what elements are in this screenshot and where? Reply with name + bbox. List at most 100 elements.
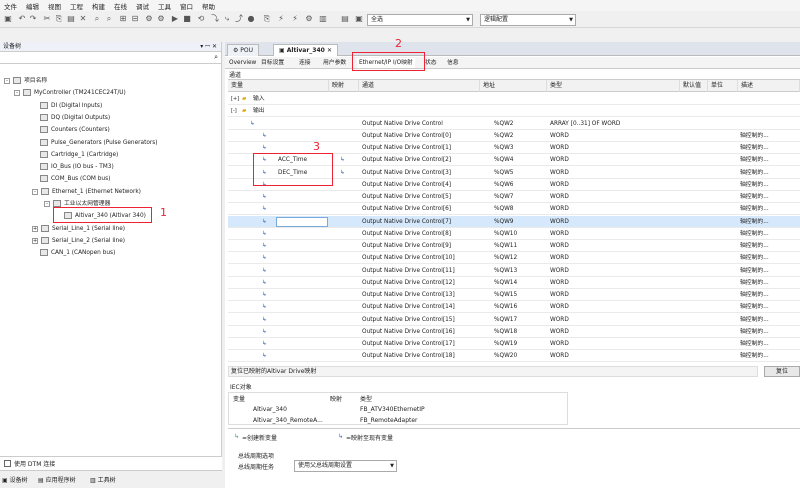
tree-item[interactable]: - 项目名称	[4, 76, 47, 87]
close-icon[interactable]: ✕	[327, 47, 332, 54]
tab-target-settings[interactable]: 目标设置	[259, 58, 286, 68]
tab-overview[interactable]: Overview	[227, 58, 258, 68]
find-icon[interactable]: ⌕	[92, 14, 102, 24]
menu-tools[interactable]: 工具	[158, 1, 171, 11]
table-row[interactable]: ↳ Output Native Drive Control[7] %QW9 WORD 轴…	[228, 215, 800, 228]
copy-icon[interactable]: ⎘	[54, 14, 64, 24]
tab-altivar[interactable]: ▣ Altivar_340 ✕	[273, 44, 338, 56]
table-row[interactable]: ↳ Output Native Drive Control[11] %QW13 WOR…	[228, 265, 800, 277]
menu-file[interactable]: 文件	[4, 1, 17, 11]
expand-toggle-icon[interactable]: +	[32, 225, 38, 232]
table-row[interactable]: ↳ Output Native Drive Control[16] %QW18 WOR…	[228, 326, 800, 338]
step-out-icon[interactable]: ⤴	[234, 14, 244, 24]
table-row[interactable]: ↳ Output Native Drive Control[15] %QW17 WOR…	[228, 314, 800, 326]
tab-pou[interactable]: ⚙ POU	[227, 44, 260, 56]
breakpoint-icon[interactable]: ●	[246, 14, 256, 24]
tree-item[interactable]: COM_Bus (COM bus)	[40, 174, 110, 185]
col-type[interactable]: 类型	[547, 80, 680, 92]
table-row[interactable]: ↳ Output Native Drive Control[6] %QW8 WORD 轴…	[228, 203, 800, 216]
run-icon[interactable]: ▶	[170, 14, 180, 24]
menu-debug[interactable]: 调试	[136, 1, 149, 11]
col-variable[interactable]: 变量	[228, 80, 329, 92]
force-icon[interactable]: ⚡	[276, 14, 286, 24]
col-unit[interactable]: 单位	[708, 80, 738, 92]
table-row[interactable]: ↳ Output Native Drive Control[17] %QW19 WOR…	[228, 338, 800, 351]
tree-item[interactable]: DI (Digital Inputs)	[40, 101, 102, 112]
table-row[interactable]: ↳ Output Native Drive Control[10] %QW12 WOR…	[228, 252, 800, 265]
iec-row-var[interactable]: Altivar_340	[253, 406, 287, 413]
tab-user-params[interactable]: 用户参数	[321, 58, 348, 68]
tab-info[interactable]: 信息	[445, 58, 461, 68]
tree-item[interactable]: + Serial_Line_1 (Serial line)	[32, 224, 125, 235]
tree-item[interactable]: + Serial_Line_2 (Serial line)	[32, 236, 125, 247]
expand-toggle-icon[interactable]: [+]	[231, 93, 239, 105]
table-row[interactable]: ↳ Output Native Drive Control[14] %QW16 WOR…	[228, 301, 800, 314]
unforce-icon[interactable]: ⚡	[290, 14, 300, 24]
bus-cycle-task-select[interactable]: 使用父总线周期设置 ▼	[294, 460, 397, 472]
col-address[interactable]: 地址	[480, 80, 547, 92]
settings-icon[interactable]: ⚙	[304, 14, 314, 24]
tree-item[interactable]: - Ethernet_1 (Ethernet Network)	[32, 187, 141, 198]
expand-toggle-icon[interactable]: [-]	[231, 105, 237, 117]
tree-item[interactable]: DQ (Digital Outputs)	[40, 113, 110, 124]
col-default[interactable]: 默认值	[680, 80, 708, 92]
search-icon[interactable]: ⌕	[214, 53, 218, 62]
tab-connection[interactable]: 连接	[297, 58, 313, 68]
step-into-icon[interactable]: ⤷	[222, 14, 232, 24]
paste-icon[interactable]: ▤	[66, 14, 76, 24]
table-row[interactable]: ↳ Output Native Drive Control[9] %QW11 WORD…	[228, 240, 800, 253]
step-over-icon[interactable]: ⤵	[210, 14, 220, 24]
menu-build[interactable]: 构建	[92, 1, 105, 11]
write-values-icon[interactable]: ⎘	[262, 14, 272, 24]
menu-help[interactable]: 帮助	[202, 1, 215, 11]
redo-icon[interactable]: ↷	[28, 14, 38, 24]
menu-online[interactable]: 在线	[114, 1, 127, 11]
table-row[interactable]: [-] ▰ 输出	[228, 105, 800, 118]
col-description[interactable]: 描述	[738, 80, 800, 92]
table-row[interactable]: ↳ Output Native Drive Control[18] %QW20 WOR…	[228, 350, 800, 363]
tab-application-tree[interactable]: ▤ 应用程序树	[38, 475, 76, 484]
find-next-icon[interactable]: ⌕	[104, 14, 114, 24]
expand-toggle-icon[interactable]: +	[32, 237, 38, 244]
menu-project[interactable]: 工程	[70, 1, 83, 11]
expand-toggle-icon[interactable]: -	[4, 78, 10, 84]
iec-row-var[interactable]: Altivar_340_RemoteA...	[253, 417, 323, 424]
expand-toggle-icon[interactable]: -	[44, 201, 50, 207]
tree-item[interactable]: IO_Bus (IO bus - TM3)	[40, 162, 114, 173]
dtm-checkbox[interactable]	[4, 460, 11, 467]
col-mapping[interactable]: 映射	[329, 80, 359, 92]
device-select[interactable]: 全选 ▼	[367, 14, 473, 26]
tree-item[interactable]: CAN_1 (CANopen bus)	[40, 248, 115, 259]
log-icon[interactable]: ▤	[340, 14, 350, 24]
device-icon[interactable]: ▥	[318, 14, 328, 24]
expand-toggle-icon[interactable]: -	[32, 188, 38, 195]
stop-icon[interactable]: ■	[182, 14, 192, 24]
tree-item[interactable]: Cartridge_1 (Cartridge)	[40, 150, 118, 161]
cut-icon[interactable]: ✂	[42, 14, 52, 24]
save-icon[interactable]: ▣	[3, 14, 13, 24]
variable-edit-input[interactable]	[276, 216, 328, 227]
menu-edit[interactable]: 编辑	[26, 1, 39, 11]
tree-item[interactable]: Counters (Counters)	[40, 125, 110, 136]
table-row[interactable]: [+] ▰ 输入	[228, 93, 800, 106]
table-row[interactable]: ↳ Output Native Drive Control[13] %QW15 WOR…	[228, 289, 800, 302]
delete-icon[interactable]: ✕	[78, 14, 88, 24]
menu-view[interactable]: 视图	[48, 1, 61, 11]
table-row[interactable]: ↳ Output Native Drive Control[5] %QW7 WORD 轴…	[228, 191, 800, 204]
table-row[interactable]: ↳ Output Native Drive Control[12] %QW14 WOR…	[228, 277, 800, 289]
col-channel[interactable]: 通道	[359, 80, 480, 92]
build-all-icon[interactable]: ⊟	[130, 14, 140, 24]
tree-item[interactable]: Pulse_Generators (Pulse Generators)	[40, 138, 158, 149]
mode-select[interactable]: 逻辑配置 ▼	[480, 14, 576, 26]
tree-search[interactable]: ⌕	[0, 52, 221, 64]
menu-window[interactable]: 窗口	[180, 1, 193, 11]
login-icon[interactable]: ⚙	[144, 14, 154, 24]
tab-device-tree[interactable]: ▣ 设备树	[2, 475, 28, 484]
panel-controls[interactable]: ▾ ꟷ ✕	[200, 42, 217, 52]
build-icon[interactable]: ⊞	[118, 14, 128, 24]
tree-item[interactable]: - MyController (TM241CEC24T/U)	[14, 88, 126, 99]
logout-icon[interactable]: ⚙	[156, 14, 166, 24]
expand-toggle-icon[interactable]: -	[14, 90, 20, 97]
undo-icon[interactable]: ↶	[17, 14, 27, 24]
reset-icon[interactable]: ⟲	[196, 14, 206, 24]
